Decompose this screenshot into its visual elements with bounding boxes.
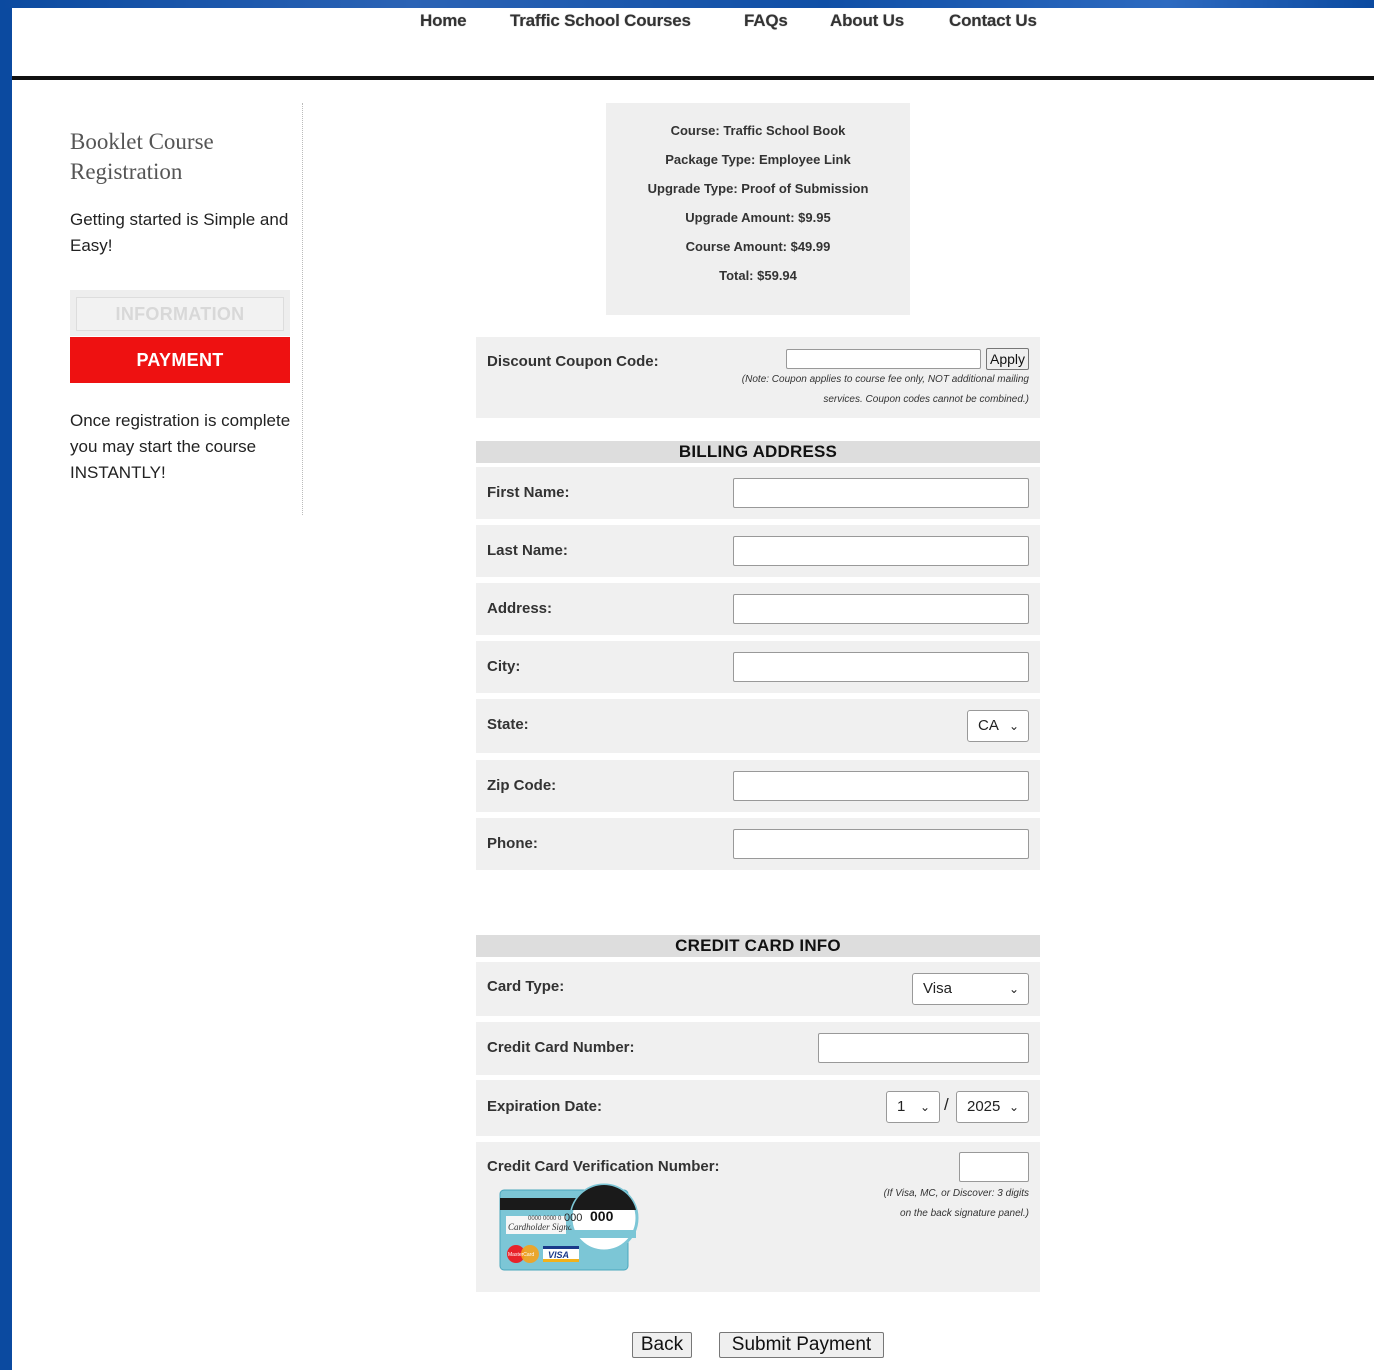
submit-payment-button[interactable]: Submit Payment xyxy=(719,1332,884,1358)
apply-coupon-button[interactable]: Apply xyxy=(986,348,1029,370)
nav-traffic-school-courses[interactable]: Traffic School Courses xyxy=(510,11,691,31)
chevron-down-icon: ⌄ xyxy=(1008,719,1019,733)
summary-upgrade-type: Upgrade Type: Proof of Submission xyxy=(647,181,869,196)
card-type-row: Card Type: Visa ⌄ xyxy=(476,962,1040,1016)
chevron-down-icon: ⌄ xyxy=(1008,1100,1019,1114)
phone-label: Phone: xyxy=(487,835,538,852)
city-label: City: xyxy=(487,658,521,675)
first-name-input[interactable] xyxy=(733,478,1029,508)
exp-year-select[interactable]: 2025 ⌄ xyxy=(956,1091,1029,1123)
summary-course: Course: Traffic School Book xyxy=(670,123,846,138)
mastercard-text: MasterCard xyxy=(508,1252,534,1258)
phone-input[interactable] xyxy=(733,829,1029,859)
visa-text: VISA xyxy=(548,1250,569,1260)
card-number-label: Credit Card Number: xyxy=(487,1039,635,1056)
card-digits-small: 0000 0000 0 xyxy=(528,1216,562,1222)
sidebar-divider xyxy=(302,103,303,515)
summary-total: Total: $59.94 xyxy=(719,268,797,283)
card-number-input[interactable] xyxy=(818,1033,1029,1063)
address-label: Address: xyxy=(487,600,553,617)
exp-separator: / xyxy=(944,1095,949,1114)
cvv-label: Credit Card Verification Number: xyxy=(487,1158,720,1175)
nav-faqs[interactable]: FAQs xyxy=(744,11,788,31)
cvv-input[interactable] xyxy=(959,1152,1029,1182)
exp-month-select[interactable]: 1 ⌄ xyxy=(886,1091,940,1123)
coupon-note-line2: services. Coupon codes cannot be combine… xyxy=(823,394,1029,405)
sidebar-title: Booklet Course Registration xyxy=(70,129,214,184)
chevron-down-icon: ⌄ xyxy=(919,1100,930,1114)
coupon-panel: Discount Coupon Code: Apply (Note: Coupo… xyxy=(476,337,1040,418)
zip-label: Zip Code: xyxy=(487,777,557,794)
first-name-row: First Name: xyxy=(476,467,1040,519)
last-name-row: Last Name: xyxy=(476,525,1040,577)
zip-row: Zip Code: xyxy=(476,760,1040,812)
cvv-note-line2: on the back signature panel.) xyxy=(900,1208,1029,1219)
cvv-digits-pre: 000 xyxy=(564,1212,582,1224)
order-summary: Course: Traffic School Book Package Type… xyxy=(606,103,910,315)
state-label: State: xyxy=(487,716,529,733)
summary-package-type: Package Type: Employee Link xyxy=(665,152,851,167)
coupon-label: Discount Coupon Code: xyxy=(487,353,659,370)
zip-input[interactable] xyxy=(733,771,1029,801)
first-name-label: First Name: xyxy=(487,484,570,501)
cvv-digits-big: 000 xyxy=(590,1208,614,1224)
last-name-input[interactable] xyxy=(733,536,1029,566)
nav-divider xyxy=(12,76,1374,80)
nav-about-us[interactable]: About Us xyxy=(830,11,904,31)
card-back-illustration: Cardholder Signature 0000 0000 0 MasterC… xyxy=(499,1183,639,1271)
billing-heading: BILLING ADDRESS xyxy=(476,441,1040,463)
expiration-label: Expiration Date: xyxy=(487,1098,603,1115)
address-input[interactable] xyxy=(733,594,1029,624)
card-type-value: Visa xyxy=(923,980,952,997)
main-nav: Home Traffic School Courses FAQs About U… xyxy=(12,8,1374,76)
exp-year-value: 2025 xyxy=(967,1098,1001,1115)
credit-card-heading: CREDIT CARD INFO xyxy=(476,935,1040,957)
sidebar-subtitle: Getting started is Simple and Easy! xyxy=(70,210,289,255)
city-row: City: xyxy=(476,641,1040,693)
state-value: CA xyxy=(978,717,999,734)
sidebar-note: Once registration is complete you may st… xyxy=(70,411,291,482)
nav-contact-us[interactable]: Contact Us xyxy=(949,11,1037,31)
cvv-row: Credit Card Verification Number: (If Vis… xyxy=(476,1142,1040,1292)
card-type-label: Card Type: xyxy=(487,978,565,995)
step-information-label: INFORMATION xyxy=(76,297,284,331)
card-number-row: Credit Card Number: xyxy=(476,1022,1040,1075)
step-payment: PAYMENT xyxy=(70,337,290,383)
coupon-note-line1: (Note: Coupon applies to course fee only… xyxy=(741,374,1029,385)
coupon-input[interactable] xyxy=(786,349,981,369)
city-input[interactable] xyxy=(733,652,1029,682)
exp-month-value: 1 xyxy=(897,1098,906,1115)
registration-sidebar: Booklet Course Registration Getting star… xyxy=(70,103,302,515)
back-button[interactable]: Back xyxy=(632,1332,692,1358)
phone-row: Phone: xyxy=(476,818,1040,870)
last-name-label: Last Name: xyxy=(487,542,568,559)
expiration-row: Expiration Date: 1 ⌄ / 2025 ⌄ xyxy=(476,1080,1040,1136)
summary-course-amount: Course Amount: $49.99 xyxy=(685,239,831,254)
cvv-note-line1: (If Visa, MC, or Discover: 3 digits xyxy=(883,1188,1029,1199)
address-row: Address: xyxy=(476,583,1040,635)
page: Home Traffic School Courses FAQs About U… xyxy=(12,8,1374,1370)
card-type-select[interactable]: Visa ⌄ xyxy=(912,973,1029,1005)
step-information: INFORMATION xyxy=(70,290,290,336)
state-select[interactable]: CA ⌄ xyxy=(967,710,1029,742)
nav-home[interactable]: Home xyxy=(420,11,467,31)
state-row: State: CA ⌄ xyxy=(476,699,1040,753)
top-brand-strip xyxy=(0,0,1374,8)
chevron-down-icon: ⌄ xyxy=(1008,982,1019,996)
summary-upgrade-amount: Upgrade Amount: $9.95 xyxy=(685,210,831,225)
